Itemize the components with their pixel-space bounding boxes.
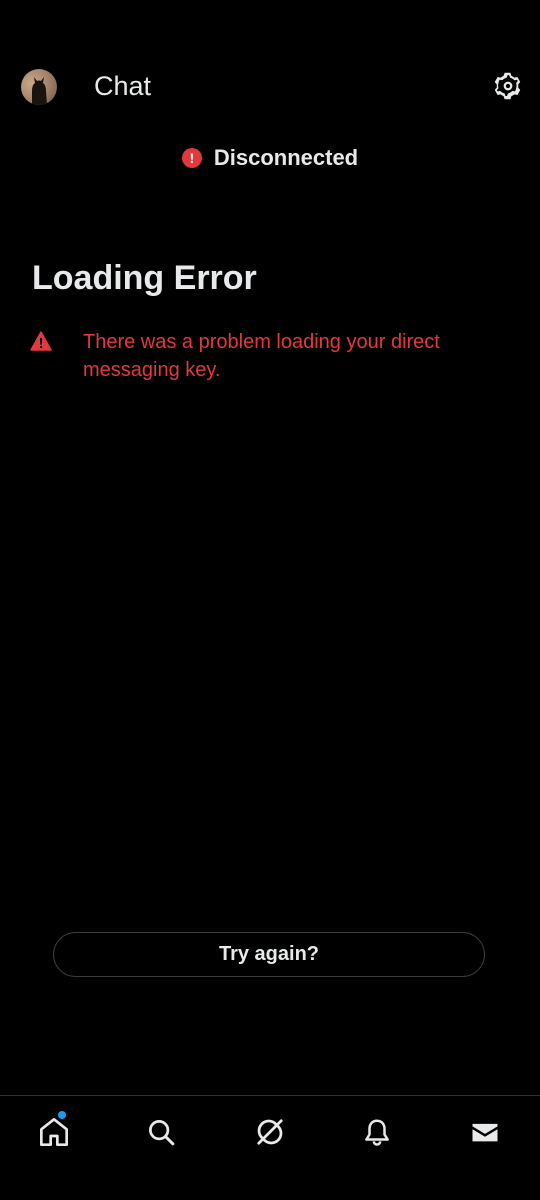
error-heading: Loading Error	[32, 259, 257, 297]
user-avatar[interactable]	[21, 69, 57, 105]
nav-grok[interactable]	[252, 1114, 288, 1150]
envelope-icon	[472, 1123, 498, 1142]
page-title: Chat	[94, 71, 152, 101]
error-message: There was a problem loading your direct …	[83, 331, 440, 381]
bell-icon	[365, 1119, 389, 1146]
settings-button[interactable]	[493, 71, 523, 101]
nav-notifications[interactable]	[359, 1114, 395, 1150]
status-text: Disconnected	[213, 145, 359, 170]
warning-triangle-icon	[30, 331, 52, 351]
home-icon	[40, 1118, 68, 1146]
grok-icon	[257, 1119, 283, 1145]
bottom-navigation	[0, 1095, 540, 1200]
cat-silhouette-icon	[32, 77, 47, 105]
notification-dot	[58, 1111, 66, 1119]
connection-status: ! Disconnected	[0, 140, 540, 176]
error-circle-icon: !	[181, 148, 202, 168]
try-again-button[interactable]: Try again?	[53, 932, 485, 977]
search-icon	[149, 1120, 175, 1146]
nav-messages[interactable]	[467, 1114, 503, 1150]
nav-home[interactable]	[36, 1111, 72, 1150]
gear-icon	[494, 72, 521, 100]
nav-search[interactable]	[143, 1114, 179, 1150]
top-bar: Chat	[0, 0, 540, 120]
